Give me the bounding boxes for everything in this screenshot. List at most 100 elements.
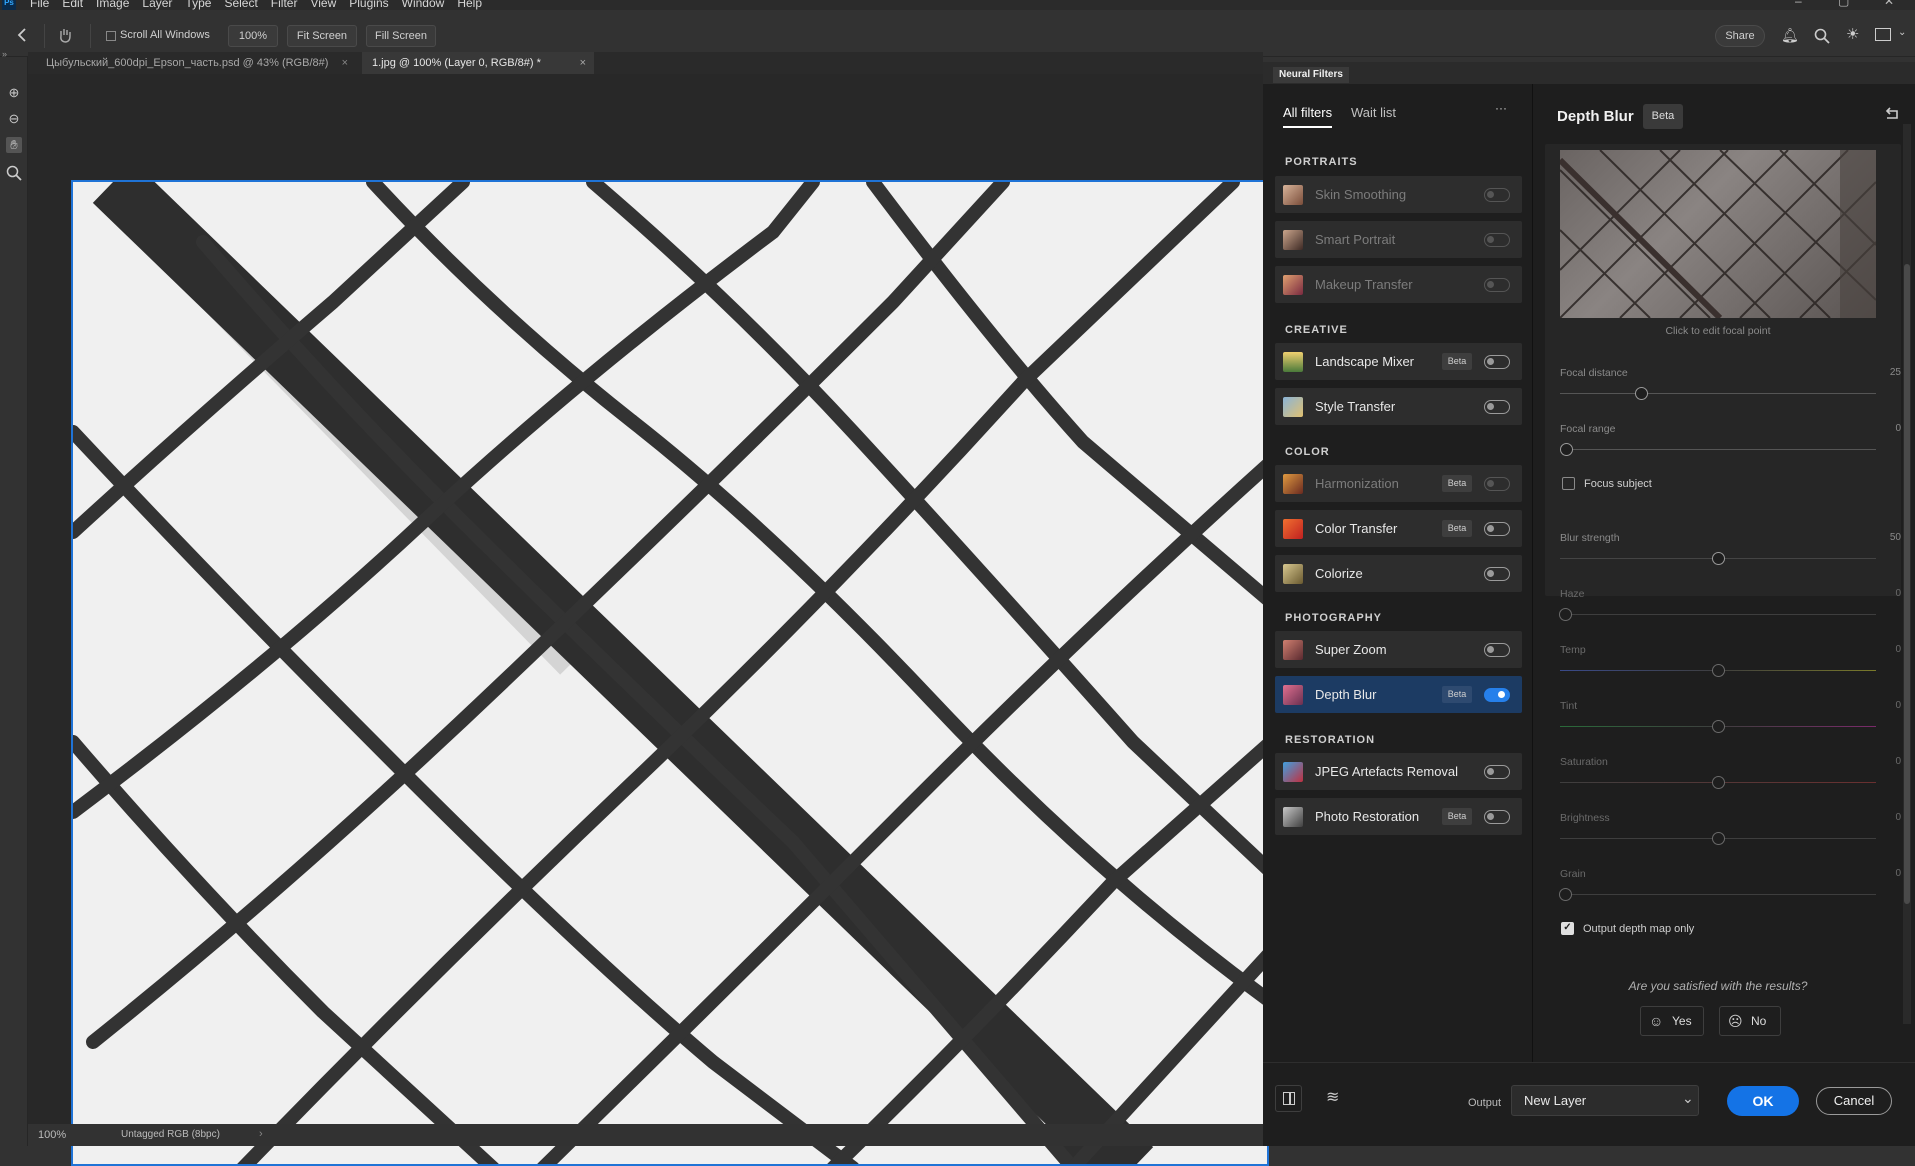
menu-type[interactable]: Type	[185, 0, 211, 10]
filter-toggle[interactable]	[1484, 233, 1510, 247]
scrollbar-thumb[interactable]	[1904, 264, 1910, 904]
settings-scrollbar[interactable]	[1903, 124, 1911, 1024]
focal-range-slider-thumb[interactable]	[1560, 443, 1573, 456]
feedback-yes-button[interactable]: ☺ Yes	[1640, 1006, 1704, 1036]
feedback-no-button[interactable]: ☹ No	[1719, 1006, 1781, 1036]
separator	[44, 24, 45, 48]
focal-point-preview[interactable]	[1560, 150, 1876, 318]
menu-view[interactable]: View	[310, 0, 336, 10]
filter-toggle[interactable]	[1484, 278, 1510, 292]
filter-toggle[interactable]	[1484, 688, 1510, 702]
minimize-icon[interactable]: –	[1795, 0, 1802, 8]
tint-slider-thumb[interactable]	[1712, 720, 1725, 733]
reset-icon[interactable]	[1883, 105, 1901, 121]
fit-screen-button[interactable]: Fit Screen	[287, 25, 357, 47]
before-after-toggle-icon[interactable]	[1275, 1085, 1302, 1112]
filter-toggle[interactable]	[1484, 643, 1510, 657]
filter-toggle[interactable]	[1484, 567, 1510, 581]
zoom-in-icon[interactable]: ⊕	[6, 85, 22, 101]
workspace-icon[interactable]	[1875, 28, 1891, 41]
filter-toggle[interactable]	[1484, 188, 1510, 202]
no-label: No	[1751, 1014, 1767, 1028]
focal-distance-track[interactable]	[1560, 393, 1876, 394]
output-select[interactable]: New Layer ⌄	[1511, 1085, 1699, 1116]
close-tab-icon[interactable]: ×	[342, 52, 348, 74]
grain-track[interactable]	[1560, 894, 1876, 895]
grain-slider-thumb[interactable]	[1559, 888, 1572, 901]
filter-toggle[interactable]	[1484, 765, 1510, 779]
filter-toggle[interactable]	[1484, 400, 1510, 414]
menu-plugins[interactable]: Plugins	[349, 0, 388, 10]
zoom-100-button[interactable]: 100%	[228, 25, 278, 47]
filter-color-transfer[interactable]: Color Transfer Beta	[1275, 510, 1522, 547]
filter-colorize[interactable]: Colorize	[1275, 555, 1522, 592]
filter-toggle[interactable]	[1484, 477, 1510, 491]
tab-psd-document[interactable]: Цыбульский_600dpi_Epson_часть.psd @ 43% …	[36, 52, 356, 74]
menu-select[interactable]: Select	[224, 0, 257, 10]
filter-depth-blur[interactable]: Depth Blur Beta	[1275, 676, 1522, 713]
discover-lightbulb-icon[interactable]: ☀	[1846, 25, 1859, 43]
zoom-out-icon[interactable]: ⊖	[6, 111, 22, 127]
back-arrow-icon[interactable]	[16, 27, 28, 43]
cancel-button[interactable]: Cancel	[1816, 1087, 1892, 1115]
status-chevron-right-icon[interactable]: ›	[259, 1128, 263, 1140]
color-transfer-thumbnail-icon	[1283, 519, 1303, 539]
filter-skin-smoothing[interactable]: Skin Smoothing	[1275, 176, 1522, 213]
document-image[interactable]	[71, 180, 1269, 1166]
filter-harmonization[interactable]: Harmonization Beta	[1275, 465, 1522, 502]
hand-tool-icon[interactable]: ✋︎	[6, 137, 22, 153]
tab-jpg-document[interactable]: 1.jpg @ 100% (Layer 0, RGB/8#) * ×	[362, 52, 594, 74]
notifications-bell-icon[interactable]: 🔔︎	[1781, 27, 1799, 44]
search-icon[interactable]	[1814, 28, 1830, 44]
saturation-value: 0	[1895, 756, 1901, 767]
haze-slider-thumb[interactable]	[1559, 608, 1572, 621]
layers-preview-icon[interactable]: ≋	[1326, 1087, 1339, 1107]
tab-all-filters[interactable]: All filters	[1283, 105, 1333, 128]
haze-track[interactable]	[1560, 614, 1876, 615]
focal-distance-slider-thumb[interactable]	[1635, 387, 1648, 400]
filter-toggle[interactable]	[1484, 522, 1510, 536]
menu-layer[interactable]: Layer	[142, 0, 172, 10]
zoom-level[interactable]: 100%	[38, 1129, 66, 1141]
filter-label: Makeup Transfer	[1315, 277, 1413, 292]
output-depth-map-checkbox[interactable]: ✓	[1561, 922, 1574, 935]
filter-style-transfer[interactable]: Style Transfer	[1275, 388, 1522, 425]
menu-window[interactable]: Window	[402, 0, 445, 10]
menu-edit[interactable]: Edit	[62, 0, 83, 10]
brightness-slider-thumb[interactable]	[1712, 832, 1725, 845]
zoom-tool-icon[interactable]	[6, 165, 22, 181]
temp-slider-thumb[interactable]	[1712, 664, 1725, 677]
menu-image[interactable]: Image	[96, 0, 129, 10]
menu-help[interactable]: Help	[457, 0, 482, 10]
filter-smart-portrait[interactable]: Smart Portrait	[1275, 221, 1522, 258]
blur-strength-slider-thumb[interactable]	[1712, 552, 1725, 565]
ok-button[interactable]: OK	[1727, 1086, 1799, 1116]
status-bar: 100% Untagged RGB (8bpc) ›	[28, 1124, 1263, 1146]
filter-landscape-mixer[interactable]: Landscape Mixer Beta	[1275, 343, 1522, 380]
focal-range-track[interactable]	[1560, 449, 1876, 450]
canvas-area[interactable]	[28, 74, 1269, 1166]
hand-tool-icon[interactable]	[56, 26, 74, 44]
workspace-chevron-down-icon[interactable]: ⌄	[1898, 27, 1906, 38]
focus-subject-checkbox[interactable]	[1562, 477, 1575, 490]
filter-photo-restoration[interactable]: Photo Restoration Beta	[1275, 798, 1522, 835]
filter-jpeg-artefacts-removal[interactable]: JPEG Artefacts Removal	[1275, 753, 1522, 790]
menu-file[interactable]: File	[30, 0, 49, 10]
more-options-icon[interactable]: ···	[1495, 101, 1507, 115]
filter-super-zoom[interactable]: Super Zoom	[1275, 631, 1522, 668]
scroll-all-windows-checkbox[interactable]	[106, 31, 116, 41]
beta-badge: Beta	[1442, 808, 1472, 825]
close-tab-icon[interactable]: ×	[580, 52, 586, 74]
filter-toggle[interactable]	[1484, 810, 1510, 824]
share-button[interactable]: Share	[1715, 25, 1765, 47]
fill-screen-button[interactable]: Fill Screen	[366, 25, 436, 47]
filter-makeup-transfer[interactable]: Makeup Transfer	[1275, 266, 1522, 303]
tab-wait-list[interactable]: Wait list	[1351, 105, 1396, 120]
saturation-slider-thumb[interactable]	[1712, 776, 1725, 789]
menu-filter[interactable]: Filter	[271, 0, 298, 10]
close-window-icon[interactable]: ✕	[1884, 0, 1894, 8]
maximize-icon[interactable]: ▢	[1838, 0, 1849, 8]
smart-portrait-thumbnail-icon	[1283, 230, 1303, 250]
filter-toggle[interactable]	[1484, 355, 1510, 369]
expand-panel-icon[interactable]: »	[2, 49, 7, 59]
